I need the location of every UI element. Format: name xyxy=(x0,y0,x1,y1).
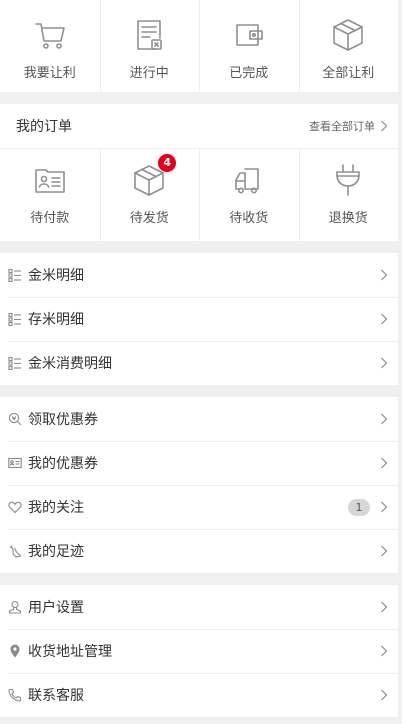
list-item-label: 用户设置 xyxy=(28,600,84,616)
list-item-address-management[interactable]: 收货地址管理 xyxy=(0,629,398,673)
top-nav-label: 已完成 xyxy=(229,66,269,81)
chevron-right-icon xyxy=(380,120,388,132)
list-item-my-follows[interactable]: 我的关注 1 xyxy=(0,485,398,529)
orders-card: 我的订单 查看全部订单 待付款 4 待发货 待收货 退换货 xyxy=(0,104,398,241)
plug-icon xyxy=(329,161,367,199)
list-item-label: 我的关注 xyxy=(28,500,84,516)
list-item-label: 金米明细 xyxy=(28,268,84,284)
orders-header: 我的订单 查看全部订单 xyxy=(0,104,398,149)
chevron-right-icon xyxy=(380,413,388,425)
wallet-icon xyxy=(230,16,268,54)
list-item-label: 存米明细 xyxy=(28,312,84,328)
top-nav-label: 我要让利 xyxy=(23,66,76,81)
list-item-gold-rice-details[interactable]: 金米明细 xyxy=(0,253,398,297)
list-icon xyxy=(8,268,22,282)
list-item-my-footprints[interactable]: 我的足迹 xyxy=(0,529,398,573)
cart-icon xyxy=(31,16,69,54)
list-icon xyxy=(8,312,22,326)
list-item-get-coupons[interactable]: 领取优惠券 xyxy=(0,397,398,441)
list-item-my-coupons[interactable]: 我的优惠券 xyxy=(0,441,398,485)
count-badge: 1 xyxy=(348,498,370,516)
chevron-right-icon xyxy=(380,689,388,701)
chevron-right-icon xyxy=(380,645,388,657)
document-in-progress-icon xyxy=(130,16,168,54)
profile-page: 我要让利 进行中 已完成 全部让利 我的订单 查看全部订单 待付款 4 待发货 … xyxy=(0,0,398,724)
list-item-user-settings[interactable]: 用户设置 xyxy=(0,585,398,629)
top-nav-card: 我要让利 进行中 已完成 全部让利 xyxy=(0,0,398,92)
list-item-stored-rice-details[interactable]: 存米明细 xyxy=(0,297,398,341)
search-coupon-icon xyxy=(8,412,22,426)
details-card: 金米明细 存米明细 金米消费明细 xyxy=(0,253,398,385)
order-status-label: 待付款 xyxy=(30,211,70,226)
chevron-right-icon xyxy=(380,545,388,557)
settings-card: 用户设置 收货地址管理 联系客服 xyxy=(0,585,398,717)
order-status-label: 退换货 xyxy=(328,211,368,226)
location-pin-icon xyxy=(8,644,22,658)
list-item-label: 我的优惠券 xyxy=(28,456,98,472)
list-item-label: 联系客服 xyxy=(28,688,84,704)
notification-badge: 4 xyxy=(158,154,177,172)
user-icon xyxy=(8,600,22,614)
order-status-pending-payment[interactable]: 待付款 xyxy=(0,149,100,241)
list-item-label: 我的足迹 xyxy=(28,544,84,560)
coupons-card: 领取优惠券 我的优惠券 我的关注 1 我的足迹 xyxy=(0,397,398,573)
order-status-label: 待发货 xyxy=(129,211,169,226)
top-nav-item-all-discounts[interactable]: 全部让利 xyxy=(298,0,399,92)
chevron-right-icon xyxy=(380,501,388,513)
coupon-card-icon xyxy=(8,456,22,470)
order-status-returns[interactable]: 退换货 xyxy=(298,149,399,241)
list-item-label: 收货地址管理 xyxy=(28,644,112,660)
package-icon: 4 xyxy=(130,154,177,199)
top-nav-grid: 我要让利 进行中 已完成 全部让利 xyxy=(0,0,398,92)
top-nav-item-in-progress[interactable]: 进行中 xyxy=(99,0,200,92)
list-item-customer-service[interactable]: 联系客服 xyxy=(0,673,398,717)
heart-icon xyxy=(8,500,22,514)
order-status-pending-receipt[interactable]: 待收货 xyxy=(199,149,299,241)
footprint-icon xyxy=(8,544,22,558)
order-status-grid: 待付款 4 待发货 待收货 退换货 xyxy=(0,149,398,241)
list-icon xyxy=(8,356,22,370)
box-icon xyxy=(329,16,367,54)
list-item-gold-rice-spending[interactable]: 金米消费明细 xyxy=(0,341,398,385)
view-all-orders-link[interactable]: 查看全部订单 xyxy=(309,118,388,134)
list-item-label: 金米消费明细 xyxy=(28,356,112,372)
top-nav-item-discount[interactable]: 我要让利 xyxy=(0,0,100,92)
order-status-label: 待收货 xyxy=(229,211,269,226)
chevron-right-icon xyxy=(380,457,388,469)
view-all-orders-label: 查看全部订单 xyxy=(309,120,375,133)
chevron-right-icon xyxy=(380,357,388,369)
top-nav-label: 全部让利 xyxy=(322,66,375,81)
truck-icon xyxy=(230,161,268,199)
id-card-icon xyxy=(31,161,69,199)
chevron-right-icon xyxy=(380,601,388,613)
chevron-right-icon xyxy=(380,313,388,325)
top-nav-item-completed[interactable]: 已完成 xyxy=(199,0,299,92)
order-status-pending-shipment[interactable]: 4 待发货 xyxy=(99,149,200,241)
orders-title: 我的订单 xyxy=(16,119,72,135)
list-item-label: 领取优惠券 xyxy=(28,412,98,428)
chevron-right-icon xyxy=(380,269,388,281)
top-nav-label: 进行中 xyxy=(129,66,169,81)
phone-icon xyxy=(8,688,22,702)
